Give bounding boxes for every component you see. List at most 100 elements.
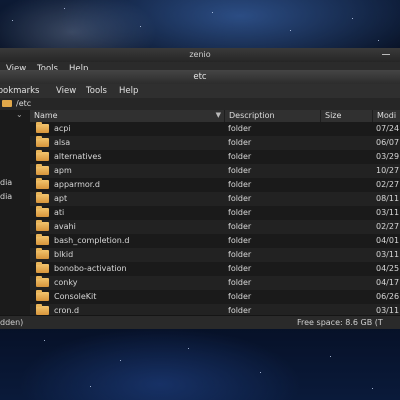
- file-row[interactable]: apparmor.d folder 02/27: [30, 178, 400, 192]
- column-size-label: Size: [325, 111, 342, 120]
- column-modified[interactable]: Modi: [373, 110, 400, 122]
- file-description: folder: [228, 124, 252, 133]
- file-row[interactable]: bash_completion.d folder 04/01: [30, 234, 400, 248]
- file-name: avahi: [54, 222, 76, 231]
- file-modified: 10/27: [376, 166, 400, 175]
- file-modified: 04/01: [376, 236, 400, 245]
- sort-arrow-icon: ▼: [215, 111, 221, 119]
- file-name: apm: [54, 166, 72, 175]
- column-name-label: Name: [34, 111, 58, 120]
- menu-tools[interactable]: Tools: [86, 86, 107, 96]
- window-title: etc: [193, 72, 207, 82]
- file-modified: 03/11: [376, 306, 400, 315]
- menu-help[interactable]: Help: [119, 86, 138, 96]
- file-row[interactable]: alternatives folder 03/29: [30, 150, 400, 164]
- file-modified: 06/07: [376, 138, 400, 147]
- file-row[interactable]: conky folder 04/17: [30, 276, 400, 290]
- file-description: folder: [228, 152, 252, 161]
- folder-icon: [36, 262, 49, 273]
- folder-icon: [36, 122, 49, 133]
- file-row[interactable]: apt folder 08/11: [30, 192, 400, 206]
- column-name[interactable]: Name ▼: [30, 110, 225, 122]
- folder-icon: [36, 220, 49, 231]
- folder-icon: [36, 234, 49, 245]
- file-description: folder: [228, 222, 252, 231]
- file-list: acpi folder 07/24 alsa folder 06/07 alternativ…: [30, 122, 400, 315]
- column-size[interactable]: Size: [321, 110, 373, 122]
- sidebar-item-device[interactable]: dia: [0, 192, 12, 201]
- file-modified: 07/24: [376, 124, 400, 133]
- chevron-down-icon[interactable]: ⌄: [16, 110, 23, 119]
- menu-bookmarks[interactable]: Bookmarks: [0, 86, 40, 96]
- file-row[interactable]: avahi folder 02/27: [30, 220, 400, 234]
- file-modified: 03/29: [376, 152, 400, 161]
- folder-icon: [36, 136, 49, 147]
- file-description: folder: [228, 194, 252, 203]
- folder-icon: [36, 276, 49, 287]
- file-name: alsa: [54, 138, 71, 147]
- file-description: folder: [228, 236, 252, 245]
- file-name: blkid: [54, 250, 74, 259]
- file-modified: 04/17: [376, 278, 400, 287]
- file-description: folder: [228, 208, 252, 217]
- file-modified: 02/27: [376, 222, 400, 231]
- folder-icon: [36, 164, 49, 175]
- column-description-label: Description: [229, 111, 275, 120]
- background-titlebar[interactable]: zenio: [0, 48, 400, 62]
- file-description: folder: [228, 292, 252, 301]
- status-hidden-text: dden): [0, 318, 24, 327]
- location-path[interactable]: /etc: [16, 99, 31, 108]
- file-name: apt: [54, 194, 68, 203]
- status-bar: dden) Free space: 8.6 GB (T: [0, 315, 400, 329]
- file-row[interactable]: alsa folder 06/07: [30, 136, 400, 150]
- file-name: acpi: [54, 124, 71, 133]
- free-space-text: Free space: 8.6 GB (T: [297, 318, 383, 327]
- file-name: conky: [54, 278, 78, 287]
- file-row[interactable]: acpi folder 07/24: [30, 122, 400, 136]
- folder-icon: [36, 150, 49, 161]
- folder-icon: [36, 248, 49, 259]
- background-window-title: zenio: [189, 50, 211, 59]
- folder-icon: [36, 304, 49, 315]
- file-row[interactable]: ConsoleKit folder 06/26: [30, 290, 400, 304]
- file-name: cron.d: [54, 306, 80, 315]
- file-modified: 06/26: [376, 292, 400, 301]
- file-description: folder: [228, 166, 252, 175]
- folder-icon: [2, 100, 12, 107]
- location-bar[interactable]: /etc: [0, 98, 400, 110]
- minimize-icon[interactable]: [382, 54, 390, 55]
- file-modified: 03/11: [376, 250, 400, 259]
- file-description: folder: [228, 264, 252, 273]
- file-modified: 04/25: [376, 264, 400, 273]
- file-name: apparmor.d: [54, 180, 100, 189]
- file-name: alternatives: [54, 152, 102, 161]
- file-row[interactable]: apm folder 10/27: [30, 164, 400, 178]
- menubar: Bookmarks View Tools Help: [0, 84, 400, 98]
- sidebar: ⌄ dia dia: [0, 110, 30, 315]
- window-titlebar[interactable]: etc: [0, 70, 400, 84]
- file-name: bash_completion.d: [54, 236, 130, 245]
- sidebar-item-device[interactable]: dia: [0, 178, 12, 187]
- file-row[interactable]: blkid folder 03/11: [30, 248, 400, 262]
- file-description: folder: [228, 138, 252, 147]
- file-manager-window: etc Bookmarks View Tools Help /etc ⌄ dia…: [0, 70, 400, 329]
- menu-view[interactable]: View: [56, 86, 76, 96]
- file-description: folder: [228, 306, 252, 315]
- column-description[interactable]: Description: [225, 110, 321, 122]
- file-modified: 08/11: [376, 194, 400, 203]
- file-row[interactable]: ati folder 03/11: [30, 206, 400, 220]
- column-modified-label: Modi: [377, 111, 397, 120]
- file-row[interactable]: cron.d folder 03/11: [30, 304, 400, 315]
- file-modified: 03/11: [376, 208, 400, 217]
- folder-icon: [36, 206, 49, 217]
- folder-icon: [36, 192, 49, 203]
- file-row[interactable]: bonobo-activation folder 04/25: [30, 262, 400, 276]
- file-description: folder: [228, 180, 252, 189]
- folder-icon: [36, 178, 49, 189]
- file-name: ConsoleKit: [54, 292, 97, 301]
- file-name: ati: [54, 208, 65, 217]
- file-description: folder: [228, 250, 252, 259]
- file-description: folder: [228, 278, 252, 287]
- folder-icon: [36, 290, 49, 301]
- file-modified: 02/27: [376, 180, 400, 189]
